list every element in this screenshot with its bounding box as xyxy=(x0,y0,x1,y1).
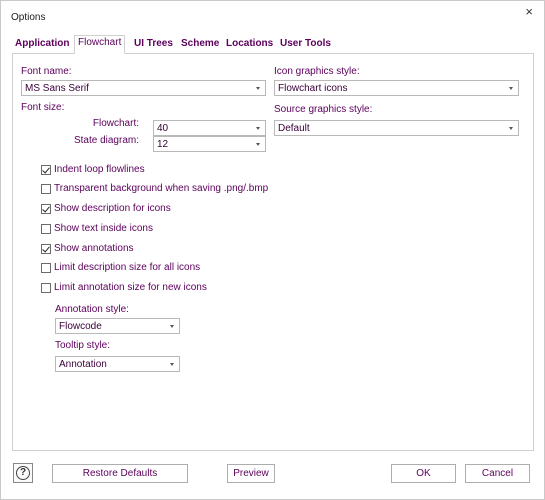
help-button[interactable]: ? xyxy=(13,463,33,483)
help-icon: ? xyxy=(16,466,30,480)
checkbox-box[interactable] xyxy=(41,224,51,234)
annotation-style-label: Annotation style: xyxy=(55,304,129,315)
tooltip-style-select[interactable]: Annotation xyxy=(55,356,180,372)
checkbox-box[interactable] xyxy=(41,283,51,293)
state-diagram-size-value: 12 xyxy=(157,139,169,150)
checkbox-box[interactable] xyxy=(41,244,51,254)
ok-button[interactable]: OK xyxy=(391,464,456,483)
annotation-style-select[interactable]: Flowcode xyxy=(55,318,180,334)
checkbox-label: Show description for icons xyxy=(54,203,171,214)
state-diagram-size-label: State diagram: xyxy=(73,135,139,146)
tooltip-style-label: Tooltip style: xyxy=(55,340,111,351)
source-graphics-style-select[interactable]: Default xyxy=(274,120,519,136)
flowchart-size-label: Flowchart: xyxy=(92,118,139,129)
source-graphics-style-value: Default xyxy=(278,123,310,134)
chevron-down-icon xyxy=(256,143,260,146)
icon-graphics-style-select[interactable]: Flowchart icons xyxy=(274,80,519,96)
chevron-down-icon xyxy=(256,127,260,130)
chevron-down-icon xyxy=(509,127,513,130)
checkbox-label: Indent loop flowlines xyxy=(54,164,145,175)
checkbox-label: Show annotations xyxy=(54,243,134,254)
restore-defaults-button[interactable]: Restore Defaults xyxy=(52,464,188,483)
checkbox-label: Limit description size for all icons xyxy=(54,262,201,273)
tab-flowchart[interactable]: Flowchart xyxy=(74,35,126,54)
source-graphics-style-label: Source graphics style: xyxy=(274,104,373,115)
flowchart-size-select[interactable]: 40 xyxy=(153,120,266,136)
cancel-button[interactable]: Cancel xyxy=(465,464,530,483)
font-name-value: MS Sans Serif xyxy=(25,83,89,94)
chevron-down-icon xyxy=(256,87,260,90)
font-name-label: Font name: xyxy=(21,66,72,77)
chevron-down-icon xyxy=(509,87,513,90)
icon-graphics-style-value: Flowchart icons xyxy=(278,83,348,94)
checkbox-label: Show text inside icons xyxy=(54,223,153,234)
chevron-down-icon xyxy=(170,325,174,328)
checkbox-box[interactable] xyxy=(41,184,51,194)
tab-application[interactable]: Application xyxy=(12,37,72,53)
tab-user-tools[interactable]: User Tools xyxy=(277,37,334,53)
chevron-down-icon xyxy=(170,363,174,366)
icon-graphics-style-label: Icon graphics style: xyxy=(274,66,360,77)
annotation-style-value: Flowcode xyxy=(59,321,102,332)
tab-locations[interactable]: Locations xyxy=(223,37,276,53)
checkbox-box[interactable] xyxy=(41,263,51,273)
options-dialog: Options × Application Flowchart UI Trees… xyxy=(0,0,545,500)
tab-scheme[interactable]: Scheme xyxy=(178,37,222,53)
tab-ui-trees[interactable]: UI Trees xyxy=(131,37,176,53)
checkbox-label: Transparent background when saving .png/… xyxy=(54,183,269,194)
dialog-title: Options xyxy=(11,12,46,23)
checkbox-label: Limit annotation size for new icons xyxy=(54,282,207,293)
font-name-select[interactable]: MS Sans Serif xyxy=(21,80,266,96)
checkbox-box[interactable] xyxy=(41,165,51,175)
tooltip-style-value: Annotation xyxy=(59,359,107,370)
flowchart-size-value: 40 xyxy=(157,123,169,134)
state-diagram-size-select[interactable]: 12 xyxy=(153,136,266,152)
close-icon[interactable]: × xyxy=(525,4,533,19)
checkbox-box[interactable] xyxy=(41,204,51,214)
font-size-label: Font size: xyxy=(21,102,65,113)
preview-button[interactable]: Preview xyxy=(227,464,275,483)
